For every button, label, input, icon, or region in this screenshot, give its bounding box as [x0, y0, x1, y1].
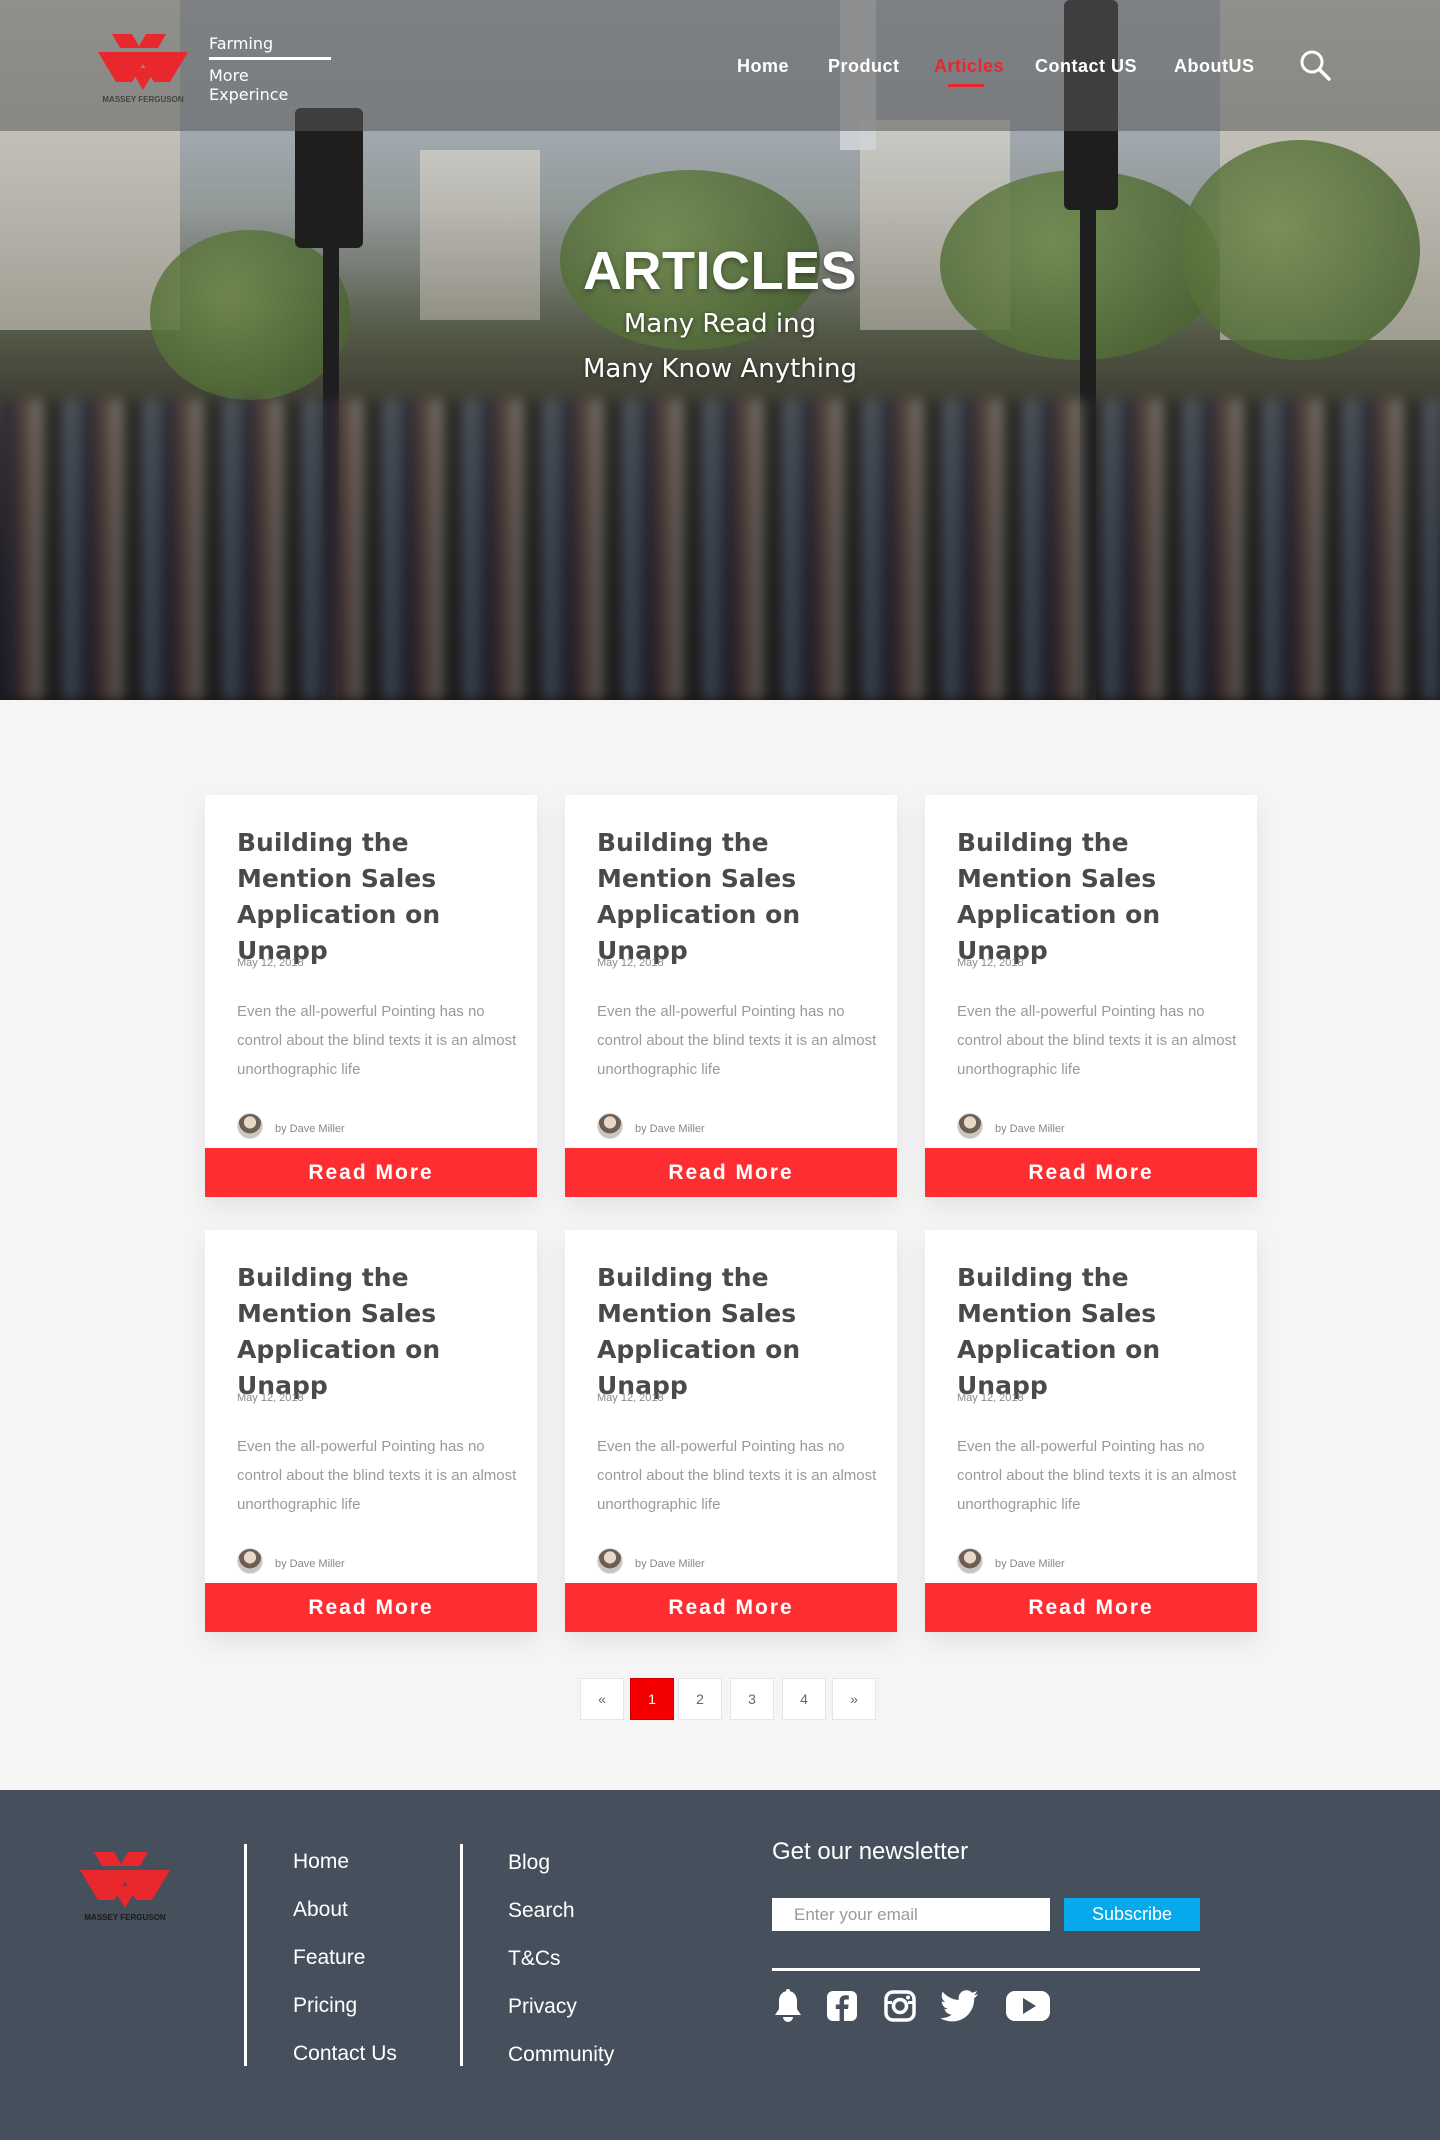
author-avatar: [597, 1548, 623, 1574]
read-more-button[interactable]: Read More: [565, 1583, 897, 1632]
footer-link-blog[interactable]: Blog: [508, 1851, 550, 1875]
article-author: by Dave Miller: [995, 1123, 1065, 1135]
footer-link-community[interactable]: Community: [508, 2043, 614, 2067]
article-card: Building the Mention Sales Application o…: [925, 795, 1257, 1197]
footer-divider: [244, 1844, 247, 2066]
nav-home[interactable]: Home: [737, 56, 789, 77]
footer-link-contact-us[interactable]: Contact Us: [293, 2042, 397, 2066]
article-author: by Dave Miller: [995, 1558, 1065, 1570]
bell-icon[interactable]: [772, 1986, 804, 2026]
newsletter-divider: [772, 1968, 1200, 1971]
twitter-icon[interactable]: [940, 1986, 980, 2026]
youtube-icon[interactable]: [1004, 1986, 1052, 2026]
pagination-page-2[interactable]: 2: [678, 1678, 722, 1720]
footer-link-tcs[interactable]: T&Cs: [508, 1947, 561, 1971]
pagination-next[interactable]: »: [832, 1678, 876, 1720]
footer-link-home[interactable]: Home: [293, 1850, 349, 1874]
instagram-icon[interactable]: [882, 1986, 918, 2026]
top-navbar: MASSEY FERGUSON Farming More Experince H…: [0, 0, 1440, 131]
article-author: by Dave Miller: [635, 1558, 705, 1570]
article-date: May 12, 2018: [237, 1392, 304, 1404]
footer-link-feature[interactable]: Feature: [293, 1946, 365, 1970]
article-card: Building the Mention Sales Application o…: [565, 795, 897, 1197]
author-avatar: [597, 1113, 623, 1139]
article-title[interactable]: Building the Mention Sales Application o…: [597, 825, 877, 969]
author-avatar: [237, 1113, 263, 1139]
footer-link-about[interactable]: About: [293, 1898, 348, 1922]
site-footer: MASSEY FERGUSON Home About Feature Prici…: [0, 1790, 1440, 2140]
read-more-button[interactable]: Read More: [565, 1148, 897, 1197]
nav-contact-us[interactable]: Contact US: [1035, 56, 1137, 77]
hero-subtitle-line-2: Many Know Anything: [583, 354, 857, 384]
pagination-page-3[interactable]: 3: [730, 1678, 774, 1720]
svg-text:MASSEY FERGUSON: MASSEY FERGUSON: [102, 95, 183, 104]
read-more-button[interactable]: Read More: [205, 1148, 537, 1197]
article-date: May 12, 2018: [597, 1392, 664, 1404]
article-card: Building the Mention Sales Application o…: [205, 1230, 537, 1632]
author-avatar: [957, 1548, 983, 1574]
hero-subtitle-line-1: Many Read ing: [623, 309, 817, 339]
article-title[interactable]: Building the Mention Sales Application o…: [957, 1260, 1237, 1404]
newsletter-title: Get our newsletter: [772, 1838, 969, 1865]
article-card: Building the Mention Sales Application o…: [925, 1230, 1257, 1632]
article-title[interactable]: Building the Mention Sales Application o…: [237, 825, 517, 969]
article-author: by Dave Miller: [275, 1123, 345, 1135]
article-title[interactable]: Building the Mention Sales Application o…: [237, 1260, 517, 1404]
nav-articles[interactable]: Articles: [934, 56, 1004, 87]
article-excerpt: Even the all-powerful Pointing has no co…: [957, 1003, 1237, 1078]
article-excerpt: Even the all-powerful Pointing has no co…: [237, 1003, 517, 1078]
article-author: by Dave Miller: [275, 1558, 345, 1570]
article-date: May 12, 2018: [957, 957, 1024, 969]
svg-text:MASSEY FERGUSON: MASSEY FERGUSON: [84, 1913, 165, 1922]
article-title[interactable]: Building the Mention Sales Application o…: [957, 825, 1237, 969]
hero-section: MASSEY FERGUSON Farming More Experince H…: [0, 0, 1440, 700]
footer-divider: [460, 1844, 463, 2066]
read-more-button[interactable]: Read More: [925, 1148, 1257, 1197]
footer-link-pricing[interactable]: Pricing: [293, 1994, 357, 2018]
article-excerpt: Even the all-powerful Pointing has no co…: [237, 1438, 517, 1513]
article-date: May 12, 2018: [957, 1392, 1024, 1404]
article-author: by Dave Miller: [635, 1123, 705, 1135]
read-more-button[interactable]: Read More: [925, 1583, 1257, 1632]
article-excerpt: Even the all-powerful Pointing has no co…: [957, 1438, 1237, 1513]
hero-heading-block: ARTICLES Many Read ing Many Know Anythin…: [0, 240, 1440, 392]
read-more-button[interactable]: Read More: [205, 1583, 537, 1632]
article-title[interactable]: Building the Mention Sales Application o…: [597, 1260, 877, 1404]
footer-logo[interactable]: MASSEY FERGUSON: [74, 1848, 176, 1923]
footer-link-search[interactable]: Search: [508, 1899, 575, 1923]
email-field[interactable]: [772, 1898, 1050, 1931]
page-title: ARTICLES: [583, 241, 857, 301]
pagination-page-1[interactable]: 1: [630, 1678, 674, 1720]
article-excerpt: Even the all-powerful Pointing has no co…: [597, 1003, 877, 1078]
article-card: Building the Mention Sales Application o…: [565, 1230, 897, 1632]
footer-link-privacy[interactable]: Privacy: [508, 1995, 577, 2019]
author-avatar: [237, 1548, 263, 1574]
article-excerpt: Even the all-powerful Pointing has no co…: [597, 1438, 877, 1513]
nav-about-us[interactable]: AboutUS: [1174, 56, 1254, 77]
author-avatar: [957, 1113, 983, 1139]
article-date: May 12, 2018: [237, 957, 304, 969]
pagination-prev[interactable]: «: [580, 1678, 624, 1720]
subscribe-button[interactable]: Subscribe: [1064, 1898, 1200, 1931]
article-date: May 12, 2018: [597, 957, 664, 969]
pagination-page-4[interactable]: 4: [782, 1678, 826, 1720]
article-card: Building the Mention Sales Application o…: [205, 795, 537, 1197]
search-icon[interactable]: [1298, 48, 1332, 82]
nav-product[interactable]: Product: [828, 56, 900, 77]
facebook-icon[interactable]: [824, 1986, 860, 2026]
main-nav: Home Product Articles Contact US AboutUS: [0, 56, 1440, 87]
